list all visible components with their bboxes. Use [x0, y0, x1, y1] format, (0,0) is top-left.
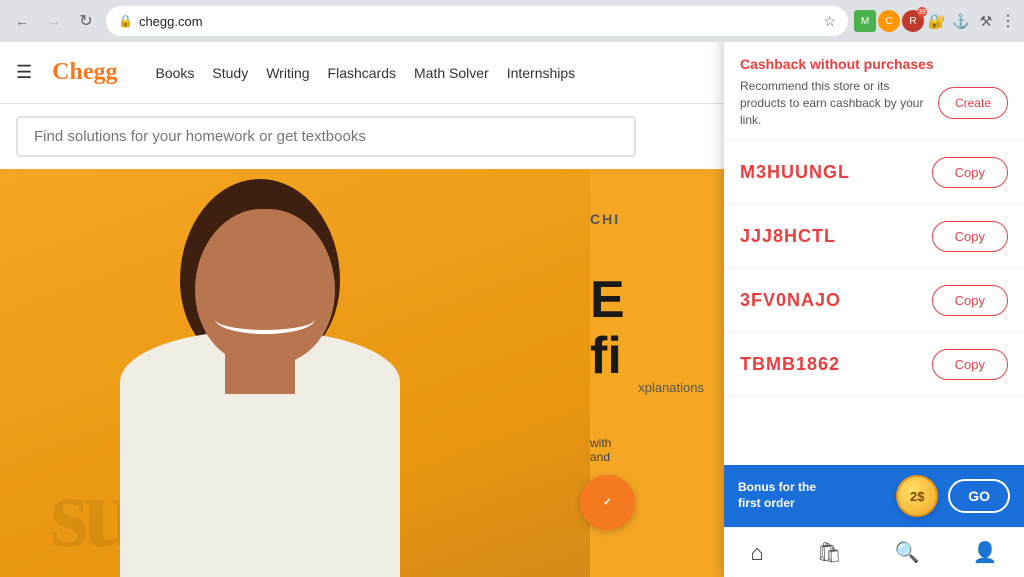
cashback-row: Recommend this store or its products to … [740, 78, 1008, 128]
address-text: chegg.com [139, 14, 817, 29]
hero-headline-e: E [590, 274, 625, 326]
hero-headline-fi: fi [590, 330, 625, 382]
panel-bottom-nav: ⌂ 🛍 🔍 👤 [724, 527, 1024, 577]
coupon-row-2: 3FV0NAJO Copy [724, 269, 1024, 333]
nav-link-internships[interactable]: Internships [507, 61, 575, 85]
create-button[interactable]: Create [938, 87, 1008, 119]
badge-text: ✓ [603, 497, 611, 509]
badge-circle: ✓ [580, 475, 635, 530]
search-input[interactable] [16, 116, 636, 157]
coupon-code-0: M3HUUNGL [740, 162, 850, 183]
coupon-row-0: M3HUUNGL Copy [724, 141, 1024, 205]
nav-link-study[interactable]: Study [212, 61, 248, 85]
coupon-row-3: TBMB1862 Copy [724, 333, 1024, 397]
hero-sub-text: with and [590, 436, 611, 464]
copy-button-3[interactable]: Copy [932, 349, 1008, 380]
bonus-coin: 2$ [896, 475, 938, 517]
chegg-logo: Chegg [52, 59, 117, 86]
cashback-title: Cashback without purchases [740, 56, 1008, 72]
hero-person-area: super e [0, 169, 590, 577]
bookmark-icon[interactable]: ☆ [823, 13, 836, 30]
coupon-list: M3HUUNGL Copy JJJ8HCTL Copy 3FV0NAJO Cop… [724, 141, 1024, 465]
extensions-puzzle-icon[interactable]: ⚒ [976, 11, 996, 31]
hero-background: super e [0, 169, 590, 577]
bonus-text: Bonus for the first order [738, 480, 886, 511]
bottom-nav-bag-icon[interactable]: 🛍 [817, 540, 842, 565]
reload-button[interactable]: ↻ [72, 7, 100, 35]
cashback-description: Recommend this store or its products to … [740, 78, 928, 128]
hero-text-area: E fi [590, 274, 625, 382]
nav-buttons: ← → ↻ [8, 7, 100, 35]
bonus-line1: Bonus for the [738, 480, 816, 494]
lock-icon: 🔒 [118, 14, 133, 28]
ext-icon-1[interactable]: M [854, 10, 876, 32]
panel-content: Cashback without purchases Recommend thi… [724, 42, 1024, 527]
hamburger-menu-icon[interactable]: ☰ [16, 62, 32, 83]
copy-button-2[interactable]: Copy [932, 285, 1008, 316]
coupon-code-3: TBMB1862 [740, 354, 840, 375]
bonus-line2: first order [738, 496, 795, 510]
extension-overlay-panel: C ☰ chegg.com 🔔 ✕ Cashback without purch… [724, 42, 1024, 577]
hero-with-text: with [590, 436, 611, 450]
copy-button-1[interactable]: Copy [932, 221, 1008, 252]
bottom-nav-search-icon[interactable]: 🔍 [895, 540, 920, 565]
nav-link-books[interactable]: Books [155, 61, 194, 85]
address-bar[interactable]: 🔒 chegg.com ☆ [106, 6, 848, 36]
bottom-nav-profile-icon[interactable]: 👤 [973, 540, 998, 565]
ext-icon-4[interactable]: 🔐 [926, 10, 948, 32]
person-face [195, 209, 335, 364]
forward-button[interactable]: → [40, 7, 68, 35]
copy-button-0[interactable]: Copy [932, 157, 1008, 188]
bonus-go-button[interactable]: GO [948, 479, 1010, 513]
nav-link-writing[interactable]: Writing [266, 61, 309, 85]
bonus-bar: Bonus for the first order 2$ GO [724, 465, 1024, 527]
extension-icons: M C R 39 🔐 ⚓ [854, 10, 972, 32]
bonus-coin-value: 2$ [910, 489, 924, 504]
ext-icon-5[interactable]: ⚓ [950, 10, 972, 32]
browser-toolbar: ← → ↻ 🔒 chegg.com ☆ M C R 39 🔐 ⚓ ⚒ ⋮ [0, 0, 1024, 42]
nav-links: Books Study Writing Flashcards Math Solv… [155, 61, 575, 85]
ext-icon-3[interactable]: R 39 [902, 10, 924, 32]
browser-chrome: ← → ↻ 🔒 chegg.com ☆ M C R 39 🔐 ⚓ ⚒ ⋮ [0, 0, 1024, 42]
hero-badge: ✓ [580, 475, 635, 530]
person-smile [215, 304, 315, 334]
back-button[interactable]: ← [8, 7, 36, 35]
coupon-code-1: JJJ8HCTL [740, 226, 836, 247]
hero-and-text: and [590, 450, 611, 464]
chi-text: CHI [590, 211, 620, 227]
explanations-text: xplanations [638, 380, 704, 395]
bottom-nav-home-icon[interactable]: ⌂ [750, 540, 763, 566]
ext-icon-2[interactable]: C [878, 10, 900, 32]
browser-menu-icon[interactable]: ⋮ [1000, 11, 1016, 31]
nav-link-math-solver[interactable]: Math Solver [414, 61, 489, 85]
nav-link-flashcards[interactable]: Flashcards [328, 61, 396, 85]
cashback-section: Cashback without purchases Recommend thi… [724, 42, 1024, 141]
website-content: ☰ Chegg Books Study Writing Flashcards M… [0, 42, 1024, 577]
coupon-row-1: JJJ8HCTL Copy [724, 205, 1024, 269]
coupon-code-2: 3FV0NAJO [740, 290, 841, 311]
browser-actions: M C R 39 🔐 ⚓ ⚒ ⋮ [854, 10, 1016, 32]
